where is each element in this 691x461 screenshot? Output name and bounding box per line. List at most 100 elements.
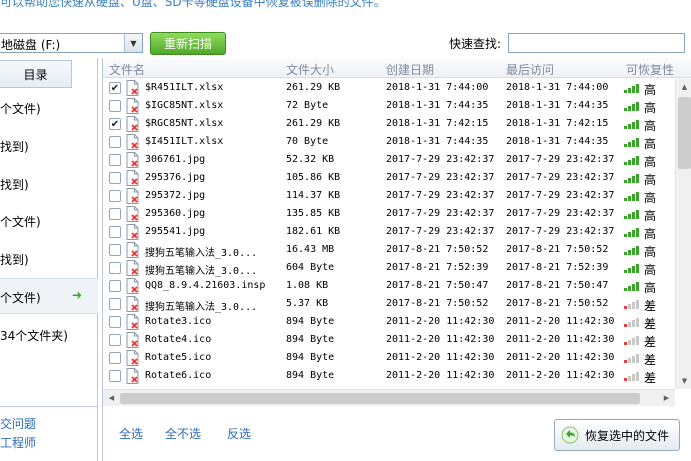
file-size: 16.43 MB [286, 244, 335, 255]
signal-high-icon [624, 210, 639, 219]
table-row[interactable]: 搜狗五笔输入法_3.0... 604 Byte 2017-8-21 7:52:39 2… [103, 259, 673, 277]
signal-low-icon [624, 354, 639, 363]
table-row[interactable]: Rotate5.ico 894 Byte 2011-2-20 11:42:30 201… [103, 349, 673, 367]
table-row[interactable]: 295376.jpg 105.86 KB 2017-7-29 23:42:37 201… [103, 169, 673, 187]
table-row[interactable]: 295360.jpg 135.85 KB 2017-7-29 23:42:37 201… [103, 205, 673, 223]
select-none-link[interactable]: 全不选 [165, 425, 201, 442]
row-checkbox[interactable] [109, 298, 121, 310]
dir-item[interactable]: 找到) [0, 176, 98, 194]
row-checkbox[interactable] [109, 172, 121, 184]
dir-item[interactable]: 个文件) [0, 213, 98, 231]
toolbar: 地磁盘 (F:) ▼ 重新扫描 快速查找: [0, 30, 691, 58]
row-checkbox[interactable] [109, 334, 121, 346]
scroll-down-icon[interactable]: ▼ [676, 373, 691, 389]
signal-low-icon [624, 318, 639, 327]
search-input[interactable] [508, 33, 685, 53]
file-accessed: 2017-7-29 23:42:37 [506, 208, 615, 219]
row-checkbox[interactable] [109, 316, 121, 328]
table-row[interactable]: ✔ $RGC85NT.xlsx 261.29 KB 2018-1-31 7:42:15… [103, 115, 673, 133]
row-checkbox[interactable]: ✔ [109, 82, 121, 94]
file-created: 2017-7-29 23:42:37 [386, 190, 495, 201]
recoverability-level: 差 [644, 317, 657, 331]
signal-high-icon [624, 138, 639, 147]
deleted-file-icon [126, 224, 139, 240]
horizontal-scrollbar[interactable]: ◀ ▶ [103, 389, 675, 406]
row-checkbox[interactable] [109, 208, 121, 220]
col-header-name[interactable]: 文件名 [109, 61, 145, 78]
row-checkbox[interactable]: ✔ [109, 118, 121, 130]
table-row[interactable]: QQ8_8.9.4.21603.insp 1.08 KB 2017-8-21 7:5… [103, 277, 673, 295]
table-row[interactable]: ✔ $R451ILT.xlsx 261.29 KB 2018-1-31 7:44:00… [103, 79, 673, 97]
drive-select[interactable]: 地磁盘 (F:) ▼ [0, 33, 143, 53]
table-row[interactable]: 搜狗五笔输入法_3.0... 16.43 MB 2017-8-21 7:50:52 2… [103, 241, 673, 259]
row-checkbox[interactable] [109, 352, 121, 364]
scroll-thumb[interactable] [678, 97, 691, 169]
row-checkbox[interactable] [109, 154, 121, 166]
file-name: 搜狗五笔输入法_3.0... [145, 248, 258, 259]
table-row[interactable]: $IGC85NT.xlsx 72 Byte 2018-1-31 7:44:35 201… [103, 97, 673, 115]
file-created: 2017-7-29 23:42:37 [386, 208, 495, 219]
table-row[interactable]: Rotate4.ico 894 Byte 2011-2-20 11:42:30 201… [103, 331, 673, 349]
recover-selected-button[interactable]: 恢复选中的文件 [554, 419, 680, 451]
file-size: 70 Byte [286, 136, 329, 147]
deleted-file-icon [126, 170, 139, 186]
table-row[interactable]: Rotate6.ico 894 Byte 2011-2-20 11:42:30 201… [103, 367, 673, 385]
file-created: 2011-2-20 11:42:30 [386, 316, 495, 327]
scroll-up-icon[interactable]: ▲ [676, 79, 691, 95]
row-checkbox[interactable] [109, 280, 121, 292]
recoverability-level: 差 [644, 299, 657, 313]
col-header-accessed[interactable]: 最后访问 [506, 61, 554, 78]
col-header-recoverability[interactable]: 可恢复性 [626, 61, 674, 78]
table-row[interactable]: $I451ILT.xlsx 70 Byte 2018-1-31 7:44:35 201… [103, 133, 673, 151]
select-all-link[interactable]: 全选 [119, 425, 143, 442]
row-checkbox[interactable] [109, 190, 121, 202]
file-accessed: 2011-2-20 11:42:30 [506, 334, 615, 345]
file-name: 搜狗五笔输入法_3.0... [145, 266, 258, 277]
table-row[interactable]: 295541.jpg 182.61 KB 2017-7-29 23:42:37 201… [103, 223, 673, 241]
file-name: 295541.jpg [145, 226, 206, 237]
row-checkbox[interactable] [109, 100, 121, 112]
file-name: $R451ILT.xlsx [145, 82, 224, 93]
signal-high-icon [624, 84, 639, 93]
dir-item[interactable]: 找到) [0, 251, 98, 269]
file-list: 文件名 文件大小 创建日期 最后访问 可恢复性 ✔ $R451ILT.xlsx 26… [102, 58, 691, 406]
row-checkbox[interactable] [109, 370, 121, 382]
help-link-faq[interactable]: 交问题 [0, 415, 36, 432]
row-checkbox[interactable] [109, 244, 121, 256]
file-name: QQ8_8.9.4.21603.insp [145, 280, 266, 291]
table-row[interactable]: 295372.jpg 114.37 KB 2017-7-29 23:42:37 201… [103, 187, 673, 205]
table-row[interactable]: 搜狗五笔输入法_3.0... 5.37 KB 2017-8-21 7:50:52 20… [103, 295, 673, 313]
file-size: 135.85 KB [286, 208, 341, 219]
invert-selection-link[interactable]: 反选 [227, 425, 251, 442]
dir-item[interactable]: 34个文件夹) [0, 327, 98, 345]
col-header-size[interactable]: 文件大小 [286, 61, 334, 78]
table-row[interactable]: Rotate3.ico 894 Byte 2011-2-20 11:42:30 201… [103, 313, 673, 331]
col-header-created[interactable]: 创建日期 [386, 61, 434, 78]
search-label: 快速查找: [449, 37, 502, 51]
rescan-button[interactable]: 重新扫描 [150, 32, 226, 55]
row-checkbox[interactable] [109, 226, 121, 238]
signal-high-icon [624, 192, 639, 201]
help-link-engineer[interactable]: 工程师 [0, 434, 36, 451]
row-checkbox[interactable] [109, 136, 121, 148]
row-checkbox[interactable] [109, 262, 121, 274]
file-accessed: 2017-7-29 23:42:37 [506, 226, 615, 237]
scroll-right-icon[interactable]: ▶ [658, 390, 675, 406]
table-row[interactable]: 306761.jpg 52.32 KB 2017-7-29 23:42:37 2017… [103, 151, 673, 169]
deleted-file-icon [126, 152, 139, 168]
file-accessed: 2017-8-21 7:52:39 [506, 262, 609, 273]
scroll-left-icon[interactable]: ◀ [103, 390, 120, 406]
vertical-scrollbar[interactable]: ▲ ▼ [675, 79, 691, 389]
file-accessed: 2017-8-21 7:50:52 [506, 298, 609, 309]
dir-item[interactable]: 个文件) [0, 100, 98, 118]
chevron-down-icon[interactable]: ▼ [124, 34, 142, 52]
undo-arrow-icon [561, 426, 579, 444]
recoverability-level: 高 [644, 137, 657, 151]
deleted-file-icon [126, 98, 139, 114]
file-size: 1.08 KB [286, 280, 329, 291]
dir-item[interactable]: 找到) [0, 138, 98, 156]
hscroll-thumb[interactable] [120, 393, 640, 404]
dir-item-selected[interactable]: 个文件) ➜ [0, 278, 98, 314]
file-name: $IGC85NT.xlsx [145, 100, 224, 111]
file-created: 2011-2-20 11:42:30 [386, 352, 495, 363]
